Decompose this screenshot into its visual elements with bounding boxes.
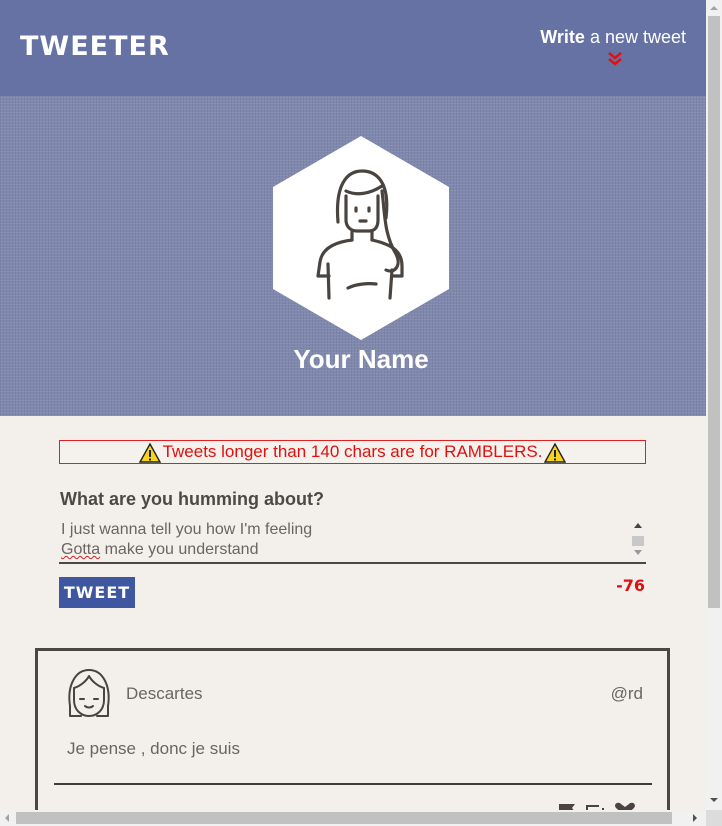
scroll-up-arrow[interactable] <box>634 523 642 528</box>
write-label-bold: Write <box>540 27 585 47</box>
tweet-body: Je pense , donc je suis <box>67 739 240 758</box>
textarea-line-2-rest: make you understand <box>100 541 259 558</box>
top-navbar: TWEETER Write a new tweet <box>0 0 706 96</box>
textarea-scrollbar[interactable] <box>630 520 646 560</box>
chevron-double-down-icon[interactable] <box>605 50 625 70</box>
scroll-up-arrow[interactable] <box>710 6 718 10</box>
scroll-down-arrow[interactable] <box>634 550 642 555</box>
tweet-author[interactable]: Descartes <box>126 684 203 704</box>
app-logo[interactable]: TWEETER <box>20 31 170 62</box>
scroll-down-arrow[interactable] <box>710 798 718 802</box>
profile-avatar <box>273 136 449 340</box>
tweet-handle[interactable]: @rd <box>611 684 643 704</box>
write-new-tweet-link[interactable]: Write a new tweet <box>540 27 686 48</box>
horizontal-scroll-thumb[interactable] <box>16 812 672 824</box>
warning-icon <box>138 442 161 463</box>
char-counter: -76 <box>616 576 645 595</box>
textarea-line-1: I just wanna tell you how I'm feeling <box>61 521 313 538</box>
profile-name: Your Name <box>293 344 429 374</box>
heart-icon <box>615 802 635 810</box>
page-horizontal-scrollbar[interactable] <box>0 810 706 826</box>
scroll-thumb[interactable] <box>632 536 644 546</box>
page-vertical-scrollbar[interactable] <box>706 0 722 810</box>
tweet-actions <box>559 802 635 810</box>
warning-text: Tweets longer than 140 chars are for RAM… <box>162 442 543 461</box>
length-warning: Tweets longer than 140 chars are for RAM… <box>59 440 646 464</box>
misspelled-word: Gotta <box>61 541 101 558</box>
warning-icon <box>544 442 567 463</box>
composer-label: What are you humming about? <box>60 489 324 509</box>
scroll-left-arrow[interactable] <box>5 814 9 822</box>
card-divider <box>54 783 652 785</box>
tweet-textarea[interactable]: I just wanna tell you how I'm feeling Go… <box>59 518 646 564</box>
scroll-right-arrow[interactable] <box>693 814 697 822</box>
vertical-scroll-thumb[interactable] <box>708 16 720 608</box>
profile-banner: Your Name <box>0 96 706 416</box>
write-label-rest: a new tweet <box>584 27 686 47</box>
scrollbar-corner <box>706 810 722 826</box>
avatar-girl-icon <box>68 669 110 717</box>
tweet-button[interactable]: TWEET <box>59 577 135 608</box>
tweet-card: Descartes @rd Je pense , donc je suis <box>35 648 670 810</box>
textarea-line-2: Gotta make you understand <box>59 540 646 560</box>
page-viewport: TWEETER Write a new tweet Your Name Twee… <box>0 0 706 810</box>
